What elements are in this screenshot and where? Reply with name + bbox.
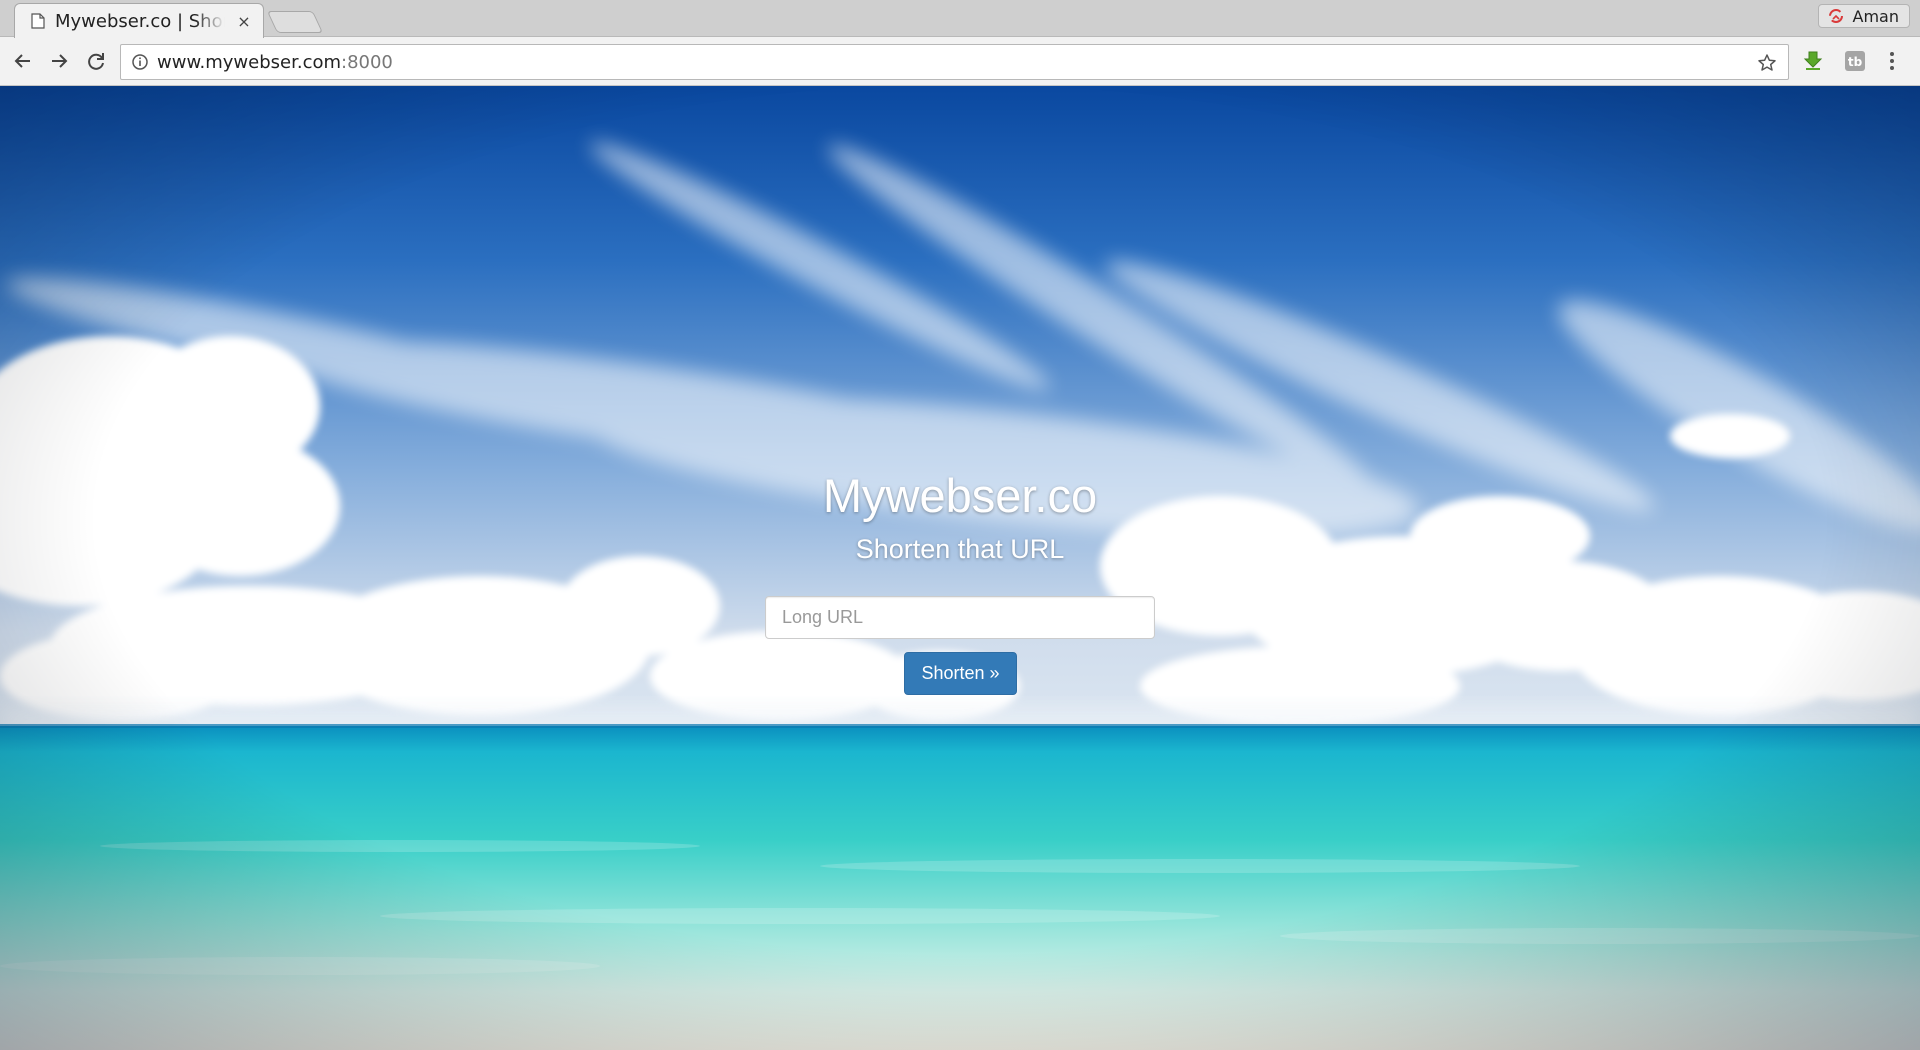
shorten-button[interactable]: Shorten » bbox=[904, 652, 1017, 695]
info-icon[interactable] bbox=[131, 53, 149, 71]
back-arrow-icon bbox=[14, 54, 30, 68]
tab-close-icon[interactable]: × bbox=[235, 12, 253, 31]
long-url-input[interactable] bbox=[765, 596, 1155, 639]
forward-button[interactable] bbox=[46, 48, 72, 74]
page-icon bbox=[31, 13, 45, 29]
url-host: www.mywebser.com bbox=[157, 51, 342, 73]
site-tagline: Shorten that URL bbox=[855, 534, 1065, 564]
browser-toolbar: www.mywebser.com :8000 tb bbox=[0, 37, 1920, 86]
star-icon[interactable] bbox=[1756, 52, 1778, 74]
kebab-menu-icon[interactable] bbox=[1885, 49, 1899, 73]
download-extension-icon[interactable] bbox=[1801, 49, 1825, 73]
tab-strip: Mywebser.co | Shorten that URL × Aman bbox=[0, 0, 1920, 38]
profile-button[interactable]: Aman bbox=[1817, 4, 1910, 28]
beach-background bbox=[0, 86, 1920, 1050]
back-button[interactable] bbox=[10, 48, 36, 74]
url-port: :8000 bbox=[341, 51, 393, 73]
tab-title: Mywebser.co | Shorten that URL bbox=[55, 10, 225, 32]
new-tab-button[interactable] bbox=[266, 11, 324, 33]
profile-switch-icon bbox=[1827, 7, 1845, 25]
address-bar[interactable]: www.mywebser.com :8000 bbox=[120, 44, 1789, 80]
forward-arrow-icon bbox=[52, 54, 68, 68]
site-title: Mywebser.co bbox=[822, 469, 1098, 522]
svg-text:tb: tb bbox=[1848, 55, 1863, 69]
page-viewport: Mywebser.co Shorten that URL Shorten » bbox=[0, 86, 1920, 1050]
profile-name: Aman bbox=[1852, 6, 1899, 26]
reload-button[interactable] bbox=[83, 48, 109, 74]
tb-extension-icon[interactable]: tb bbox=[1843, 49, 1867, 73]
reload-icon bbox=[88, 53, 104, 70]
browser-tab[interactable]: Mywebser.co | Shorten that URL × bbox=[14, 3, 264, 38]
